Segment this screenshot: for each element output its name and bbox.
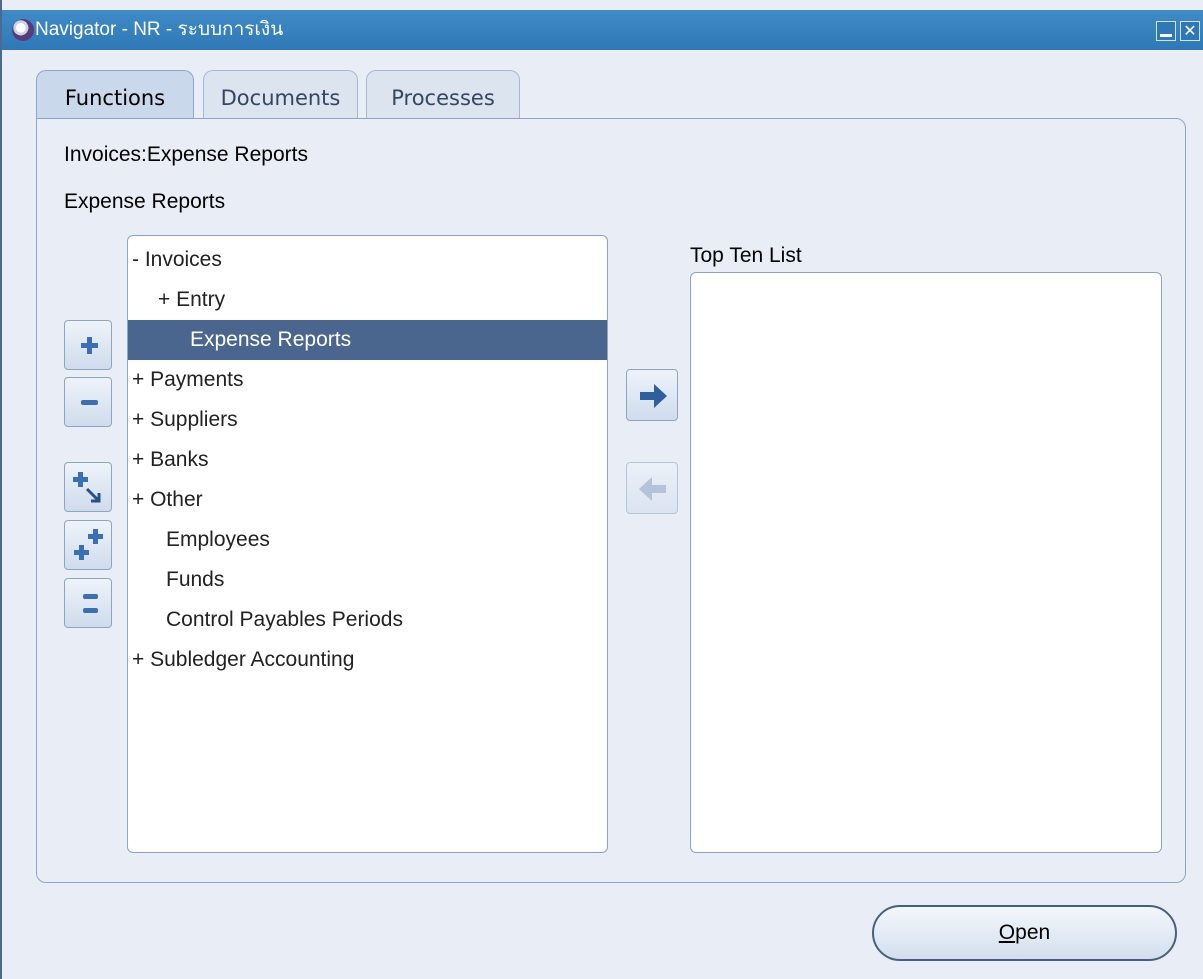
tab-processes[interactable]: Processes bbox=[366, 70, 520, 118]
title-bar[interactable]: Navigator - NR - ระบบการเงิน ✕ bbox=[2, 10, 1203, 50]
top-ten-list[interactable] bbox=[690, 272, 1162, 853]
tree-item[interactable]: + Entry bbox=[128, 280, 607, 320]
plus-icon bbox=[81, 337, 98, 354]
minus-icon bbox=[81, 400, 98, 405]
minimize-button[interactable] bbox=[1156, 21, 1176, 41]
tree-item[interactable]: + Suppliers bbox=[128, 400, 607, 440]
right-arrow-icon bbox=[640, 384, 667, 408]
tree-item[interactable]: + Subledger Accounting bbox=[128, 640, 607, 680]
tab-functions[interactable]: Functions bbox=[36, 70, 194, 120]
open-button[interactable]: Open bbox=[872, 905, 1177, 961]
collapse-all-button[interactable] bbox=[64, 578, 112, 628]
tree-item[interactable]: + Payments bbox=[128, 360, 607, 400]
add-to-top-ten-button[interactable] bbox=[626, 369, 678, 421]
tree-item-selected[interactable]: Expense Reports bbox=[128, 320, 607, 360]
expand-branch-button[interactable] bbox=[64, 462, 112, 512]
left-arrow-icon bbox=[639, 477, 666, 501]
tree-item[interactable]: + Other bbox=[128, 480, 607, 520]
expand-button[interactable] bbox=[64, 320, 112, 370]
tree-item[interactable]: Funds bbox=[128, 560, 607, 600]
double-minus-icon bbox=[83, 594, 98, 613]
remove-from-top-ten-button[interactable] bbox=[626, 462, 678, 514]
tree-item[interactable]: - Invoices bbox=[128, 240, 607, 280]
collapse-button[interactable] bbox=[64, 377, 112, 427]
minimize-icon bbox=[1160, 34, 1172, 37]
function-tree[interactable]: - Invoices + Entry Expense Reports + Paymen… bbox=[127, 235, 608, 853]
expand-all-button[interactable] bbox=[64, 520, 112, 570]
app-icon bbox=[12, 19, 34, 41]
plus-arrow-icon bbox=[73, 472, 101, 503]
top-ten-label: Top Ten List bbox=[690, 244, 802, 267]
double-plus-icon bbox=[74, 529, 103, 560]
close-button[interactable]: ✕ bbox=[1180, 21, 1200, 41]
tree-item[interactable]: Employees bbox=[128, 520, 607, 560]
tree-item[interactable]: + Banks bbox=[128, 440, 607, 480]
navigator-window: Navigator - NR - ระบบการเงิน ✕ Functions… bbox=[0, 0, 1203, 979]
open-mnemonic: O bbox=[998, 921, 1016, 944]
current-function-label: Expense Reports bbox=[64, 190, 226, 213]
path-label: Invoices:Expense Reports bbox=[64, 143, 308, 166]
open-label: pen bbox=[1015, 921, 1051, 944]
tab-documents[interactable]: Documents bbox=[203, 70, 358, 118]
window-title: Navigator - NR - ระบบการเงิน bbox=[35, 19, 284, 40]
tree-item[interactable]: Control Payables Periods bbox=[128, 600, 607, 640]
